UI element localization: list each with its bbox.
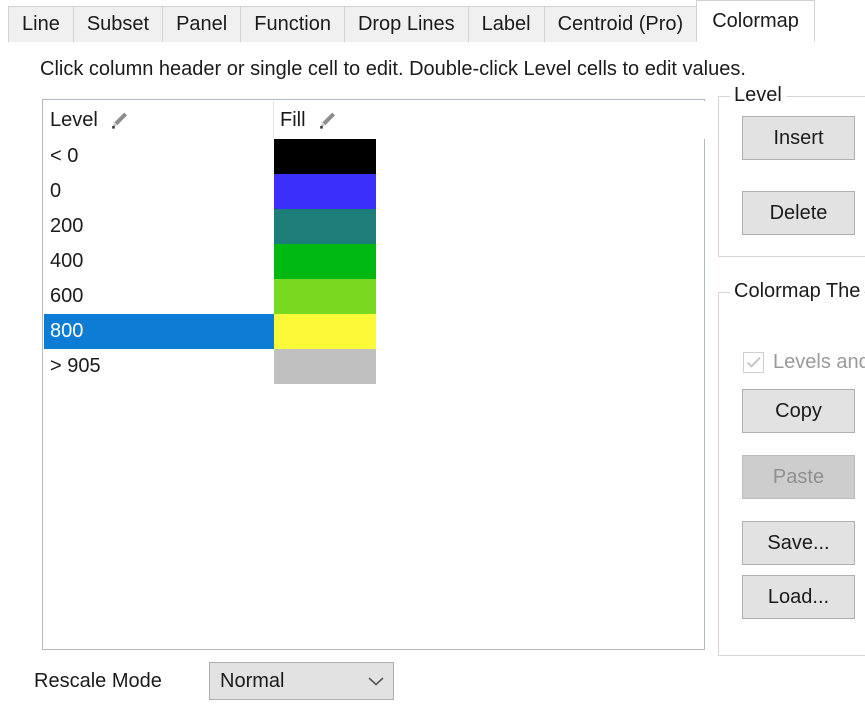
checkbox-icon[interactable] (743, 352, 764, 373)
cell-fill-swatch[interactable] (274, 314, 376, 349)
levels-and-checkbox-label: Levels and (773, 351, 865, 373)
colormap-table-inner: Level Fill < 0 0 200 400 600 800 > 905 (44, 101, 705, 650)
save-button[interactable]: Save... (742, 521, 855, 565)
tab-panel[interactable]: Panel (162, 6, 242, 42)
table-row[interactable]: 200 (44, 209, 705, 244)
tab-subset[interactable]: Subset (72, 6, 164, 42)
tab-function[interactable]: Function (240, 6, 345, 42)
tab-label: Function (254, 13, 331, 35)
paste-button: Paste (742, 455, 855, 499)
side-panel: Level Insert Delete Colormap The Levels … (718, 84, 865, 656)
table-row[interactable]: > 905 (44, 349, 705, 384)
cell-level[interactable]: 200 (44, 209, 274, 244)
cell-fill-swatch[interactable] (274, 244, 376, 279)
cell-level[interactable]: 400 (44, 244, 274, 279)
cell-fill-swatch[interactable] (274, 139, 376, 174)
cell-level[interactable]: 600 (44, 279, 274, 314)
table-body: < 0 0 200 400 600 800 > 905 (44, 139, 705, 384)
tab-list: Line Subset Panel Function Drop Lines La… (8, 0, 815, 42)
tab-drop-lines[interactable]: Drop Lines (343, 6, 469, 42)
cell-level[interactable]: > 905 (44, 349, 274, 384)
colormap-table: Level Fill < 0 0 200 400 600 800 > 905 (42, 99, 705, 650)
cell-fill-swatch[interactable] (274, 349, 376, 384)
rescale-mode-label: Rescale Mode (34, 670, 162, 692)
tab-label: Panel (176, 13, 228, 35)
level-group: Level Insert Delete (718, 84, 865, 257)
tab-label: Line (22, 13, 60, 35)
tab-label: Centroid (Pro) (557, 13, 684, 35)
delete-button[interactable]: Delete (742, 191, 855, 235)
column-header-label: Level (50, 108, 98, 131)
table-row-selected[interactable]: 800 (44, 314, 705, 349)
cell-fill-swatch[interactable] (274, 174, 376, 209)
cell-level[interactable]: 800 (44, 314, 274, 349)
cell-fill-swatch[interactable] (274, 279, 376, 314)
tab-label[interactable]: Label (467, 6, 545, 42)
column-header-level[interactable]: Level (44, 101, 274, 139)
cell-level[interactable]: 0 (44, 174, 274, 209)
pencil-icon[interactable] (108, 109, 130, 131)
rescale-mode-select[interactable]: Normal (209, 662, 394, 700)
column-header-fill[interactable]: Fill (274, 101, 376, 139)
rescale-mode-value: Normal (220, 669, 285, 692)
colormap-theme-group-title: Colormap The (730, 280, 865, 303)
chevron-down-icon[interactable] (359, 675, 393, 687)
colormap-panel: Click column header or single cell to ed… (0, 42, 865, 709)
tab-label: Subset (86, 13, 150, 35)
levels-and-checkbox-row[interactable]: Levels and (743, 351, 865, 374)
table-row[interactable]: < 0 (44, 139, 705, 174)
tab-strip: Line Subset Panel Function Drop Lines La… (0, 0, 865, 42)
colormap-theme-group: Colormap The Levels and Copy Paste Save.… (718, 280, 865, 656)
cell-fill-swatch[interactable] (274, 209, 376, 244)
column-header-label: Fill (280, 108, 306, 131)
tab-label: Colormap (712, 9, 799, 32)
instruction-text: Click column header or single cell to ed… (40, 58, 746, 80)
cell-level[interactable]: < 0 (44, 139, 274, 174)
table-row[interactable]: 0 (44, 174, 705, 209)
table-header-row: Level Fill (44, 101, 705, 139)
load-button[interactable]: Load... (742, 575, 855, 619)
insert-button[interactable]: Insert (742, 116, 855, 160)
copy-button[interactable]: Copy (742, 389, 855, 433)
tab-centroid-pro[interactable]: Centroid (Pro) (543, 6, 698, 42)
table-row[interactable]: 400 (44, 244, 705, 279)
tab-label: Label (481, 13, 531, 35)
tab-colormap[interactable]: Colormap (696, 0, 815, 42)
level-group-title: Level (730, 84, 786, 107)
tab-line[interactable]: Line (8, 6, 74, 42)
table-row[interactable]: 600 (44, 279, 705, 314)
tab-label: Drop Lines (357, 13, 455, 35)
pencil-icon[interactable] (316, 109, 338, 131)
